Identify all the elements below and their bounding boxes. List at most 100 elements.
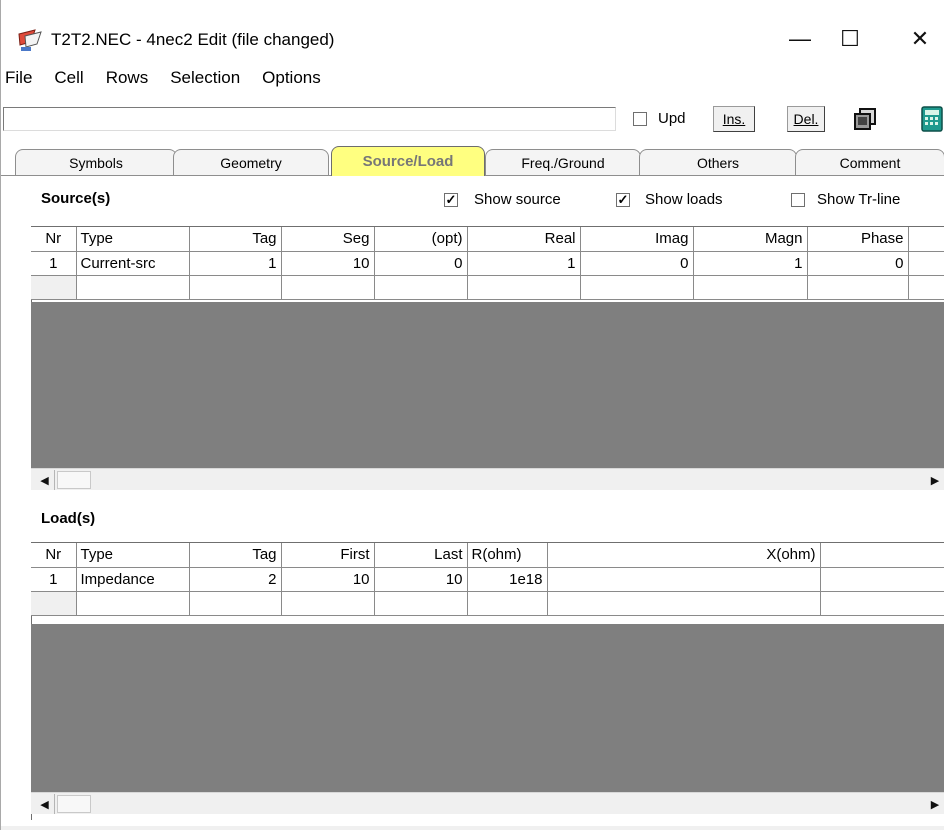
cell-empty[interactable] bbox=[281, 275, 375, 300]
table-row-empty[interactable] bbox=[31, 275, 944, 300]
show-loads-checkbox[interactable]: ✓ bbox=[616, 193, 630, 207]
cell-imag[interactable]: 0 bbox=[580, 251, 694, 276]
cell-opt[interactable]: 0 bbox=[374, 251, 468, 276]
cell-extra[interactable] bbox=[820, 567, 944, 592]
show-trline-checkbox[interactable] bbox=[791, 193, 805, 207]
show-source-checkbox[interactable]: ✓ bbox=[444, 193, 458, 207]
cell-real[interactable]: 1 bbox=[467, 251, 581, 276]
cell-empty[interactable] bbox=[31, 275, 77, 300]
col-tag[interactable]: Tag bbox=[189, 227, 282, 252]
loads-hscrollbar[interactable]: ◀ ▶ bbox=[31, 792, 944, 814]
col-magn[interactable]: Magn bbox=[693, 227, 808, 252]
col-first[interactable]: First bbox=[281, 543, 375, 568]
cell-empty[interactable] bbox=[374, 275, 468, 300]
col-imag[interactable]: Imag bbox=[580, 227, 694, 252]
scroll-thumb[interactable] bbox=[57, 471, 91, 489]
cell-nr[interactable]: 1 bbox=[31, 251, 77, 276]
cell-empty[interactable] bbox=[547, 591, 821, 616]
close-button[interactable]: ✕ bbox=[897, 22, 943, 56]
tab-source-load[interactable]: Source/Load bbox=[331, 146, 485, 176]
col-type[interactable]: Type bbox=[76, 227, 190, 252]
cell-empty[interactable] bbox=[281, 591, 375, 616]
minimize-button[interactable]: — bbox=[777, 22, 823, 56]
table-row-empty[interactable] bbox=[31, 591, 944, 616]
col-seg[interactable]: Seg bbox=[281, 227, 375, 252]
scroll-left-arrow-icon[interactable]: ◀ bbox=[35, 794, 55, 814]
col-r-ohm[interactable]: R(ohm) bbox=[467, 543, 548, 568]
scroll-thumb[interactable] bbox=[57, 795, 91, 813]
menu-selection[interactable]: Selection bbox=[170, 68, 240, 96]
menu-cell[interactable]: Cell bbox=[54, 68, 83, 96]
cell-empty[interactable] bbox=[908, 275, 944, 300]
upd-label: Upd bbox=[658, 110, 686, 127]
sources-grid: Nr Type Tag Seg (opt) Real Imag Magn Pha… bbox=[31, 226, 944, 300]
cell-empty[interactable] bbox=[374, 591, 468, 616]
col-nr[interactable]: Nr bbox=[31, 227, 77, 252]
cell-seg[interactable]: 10 bbox=[281, 251, 375, 276]
menu-options[interactable]: Options bbox=[262, 68, 321, 96]
copy-icon bbox=[854, 108, 876, 130]
cell-empty[interactable] bbox=[807, 275, 909, 300]
col-x-ohm[interactable]: X(ohm) bbox=[547, 543, 821, 568]
upd-checkbox[interactable] bbox=[633, 112, 647, 126]
cell-empty[interactable] bbox=[820, 591, 944, 616]
cell-last[interactable]: 10 bbox=[374, 567, 468, 592]
col-last[interactable]: Last bbox=[374, 543, 468, 568]
col-opt[interactable]: (opt) bbox=[374, 227, 468, 252]
col-type[interactable]: Type bbox=[76, 543, 190, 568]
menu-file[interactable]: File bbox=[5, 68, 32, 96]
window-title: T2T2.NEC - 4nec2 Edit (file changed) bbox=[51, 30, 335, 49]
loads-grid: Nr Type Tag First Last R(ohm) X(ohm) 1 I… bbox=[31, 542, 944, 616]
tab-others[interactable]: Others bbox=[639, 149, 797, 176]
delete-button[interactable]: Del. bbox=[787, 106, 825, 132]
insert-button[interactable]: Ins. bbox=[713, 106, 755, 132]
scroll-left-arrow-icon[interactable]: ◀ bbox=[35, 470, 55, 490]
cell-empty[interactable] bbox=[76, 591, 190, 616]
col-tag[interactable]: Tag bbox=[189, 543, 282, 568]
cell-tag[interactable]: 1 bbox=[189, 251, 282, 276]
copy-button[interactable] bbox=[850, 106, 880, 132]
maximize-button[interactable]: ☐ bbox=[827, 22, 873, 56]
cell-edit-input[interactable] bbox=[3, 107, 616, 131]
cell-extra[interactable] bbox=[908, 251, 944, 276]
app-icon bbox=[18, 29, 42, 51]
show-trline-label: Show Tr-line bbox=[817, 191, 901, 208]
cell-empty[interactable] bbox=[467, 275, 581, 300]
cell-empty[interactable] bbox=[693, 275, 808, 300]
col-real[interactable]: Real bbox=[467, 227, 581, 252]
tab-symbols[interactable]: Symbols bbox=[15, 149, 177, 176]
scroll-right-arrow-icon[interactable]: ▶ bbox=[925, 470, 944, 490]
cell-r-ohm[interactable]: 1e18 bbox=[467, 567, 548, 592]
cell-empty[interactable] bbox=[76, 275, 190, 300]
cell-x-ohm[interactable] bbox=[547, 567, 821, 592]
tab-strip: Symbols Geometry Source/Load Freq./Groun… bbox=[1, 146, 944, 176]
cell-empty[interactable] bbox=[31, 591, 77, 616]
col-nr[interactable]: Nr bbox=[31, 543, 77, 568]
scroll-right-arrow-icon[interactable]: ▶ bbox=[925, 794, 944, 814]
cell-empty[interactable] bbox=[189, 275, 282, 300]
sources-header-row: Nr Type Tag Seg (opt) Real Imag Magn Pha… bbox=[31, 227, 944, 252]
table-row[interactable]: 1 Impedance 2 10 10 1e18 bbox=[31, 567, 944, 592]
cell-empty[interactable] bbox=[580, 275, 694, 300]
col-phase[interactable]: Phase bbox=[807, 227, 909, 252]
cell-type[interactable]: Impedance bbox=[76, 567, 190, 592]
loads-empty-area bbox=[31, 624, 944, 792]
menu-rows[interactable]: Rows bbox=[106, 68, 149, 96]
cell-first[interactable]: 10 bbox=[281, 567, 375, 592]
cell-empty[interactable] bbox=[189, 591, 282, 616]
sources-title: Source(s) bbox=[41, 190, 111, 207]
cell-tag[interactable]: 2 bbox=[189, 567, 282, 592]
cell-empty[interactable] bbox=[467, 591, 548, 616]
tab-freq-ground[interactable]: Freq./Ground bbox=[485, 149, 641, 176]
table-row[interactable]: 1 Current-src 1 10 0 1 0 1 0 bbox=[31, 251, 944, 276]
cell-type[interactable]: Current-src bbox=[76, 251, 190, 276]
sources-hscrollbar[interactable]: ◀ ▶ bbox=[31, 468, 944, 490]
calculator-button[interactable] bbox=[917, 106, 944, 132]
tab-geometry[interactable]: Geometry bbox=[173, 149, 329, 176]
show-source-label: Show source bbox=[474, 191, 561, 208]
cell-magn[interactable]: 1 bbox=[693, 251, 808, 276]
tab-comment[interactable]: Comment bbox=[795, 149, 944, 176]
cell-nr[interactable]: 1 bbox=[31, 567, 77, 592]
cell-phase[interactable]: 0 bbox=[807, 251, 909, 276]
menu-bar: File Cell Rows Selection Options bbox=[1, 68, 343, 96]
